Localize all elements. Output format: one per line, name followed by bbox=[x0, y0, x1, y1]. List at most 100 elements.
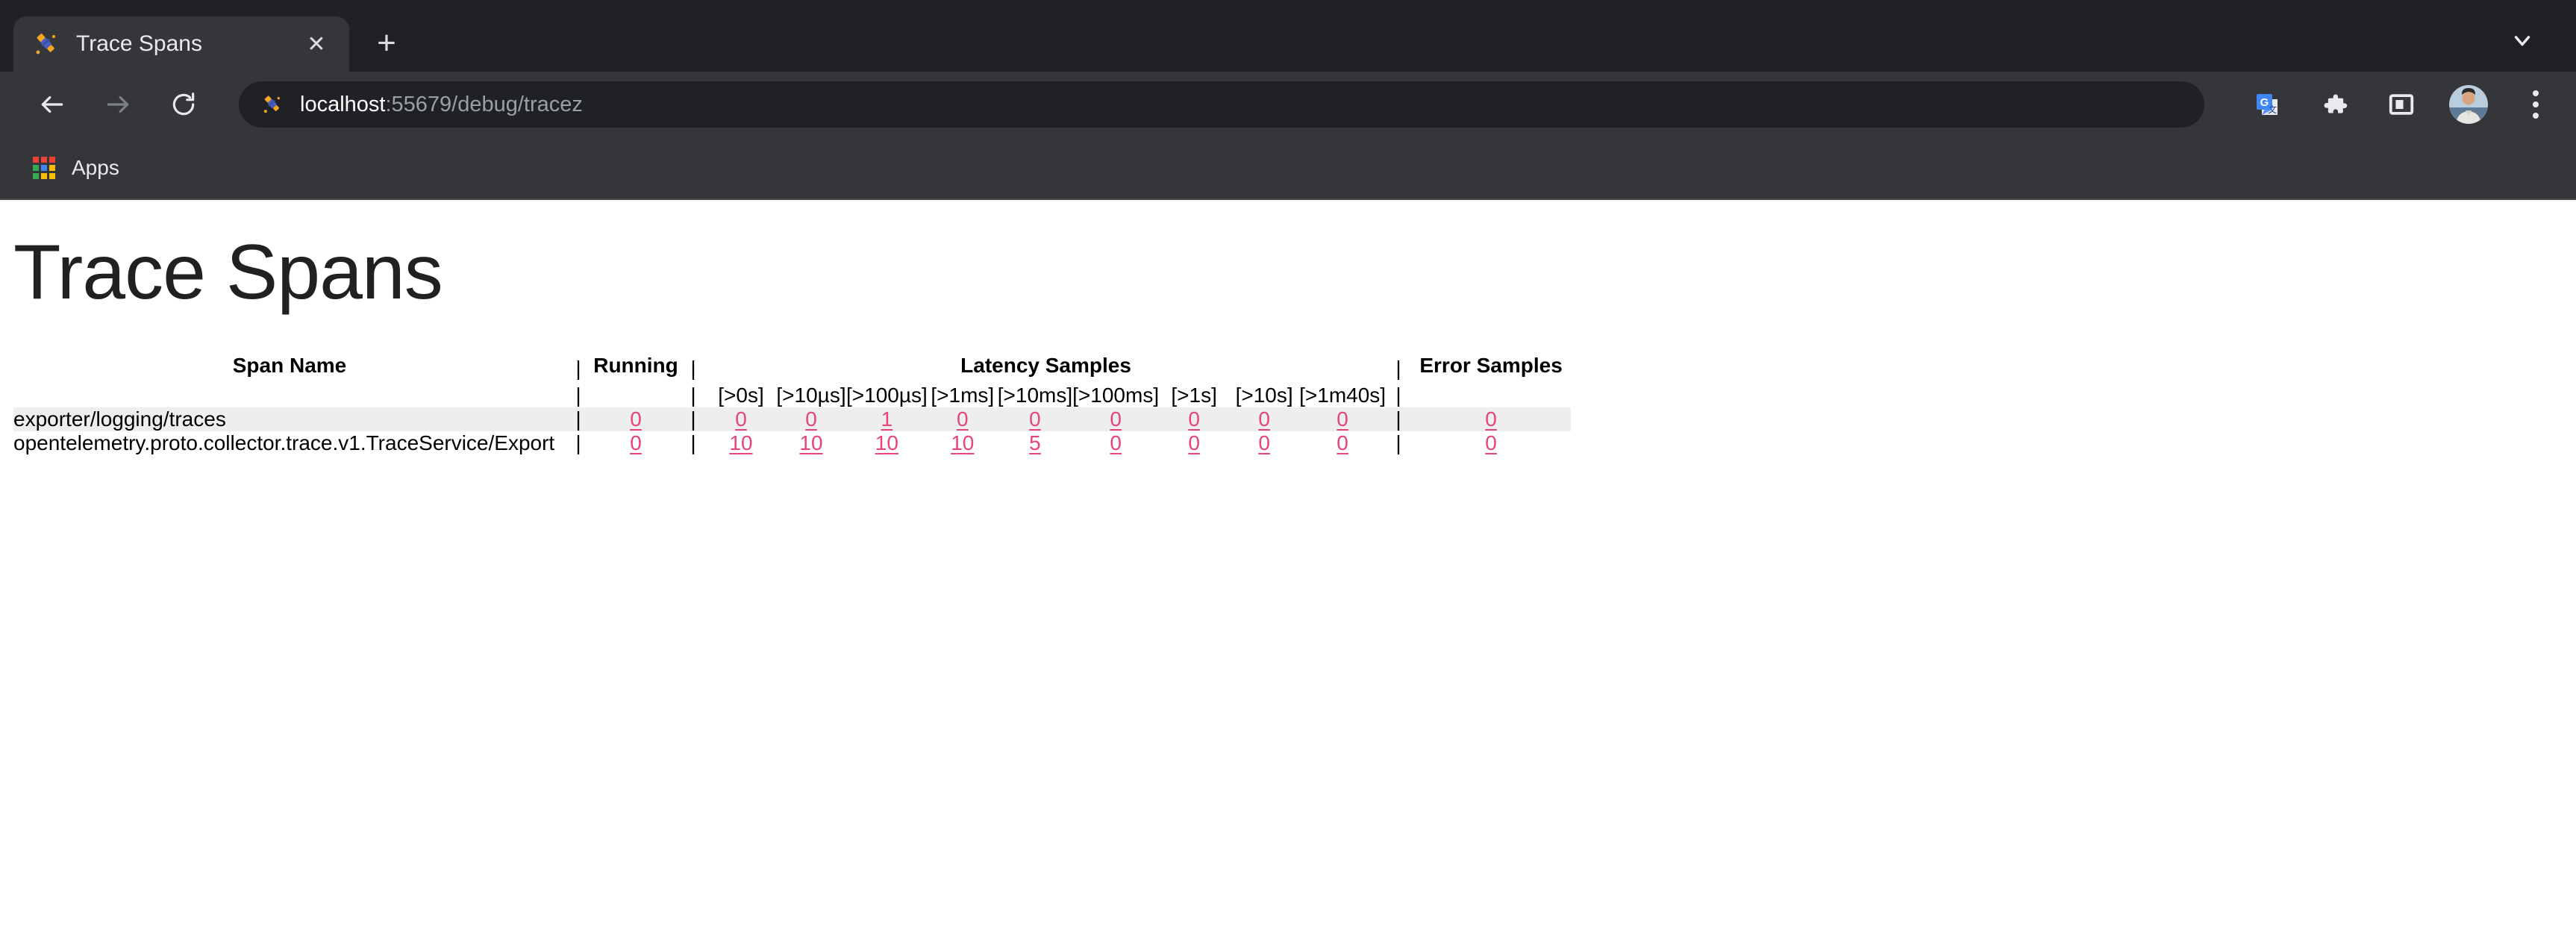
toolbar-actions: G 文 bbox=[2224, 81, 2560, 128]
running-link[interactable]: 0 bbox=[630, 407, 642, 431]
tab-strip: Trace Spans ✕ + bbox=[0, 0, 2576, 72]
forward-button[interactable] bbox=[94, 81, 142, 128]
cell-latency-4: 5 bbox=[998, 431, 1072, 455]
latency-link[interactable]: 0 bbox=[1188, 431, 1200, 454]
tab-title: Trace Spans bbox=[76, 31, 293, 57]
cell-latency-7: 0 bbox=[1229, 407, 1299, 431]
profile-avatar-image bbox=[2449, 85, 2488, 124]
separator: | bbox=[566, 384, 591, 407]
page-title: Trace Spans bbox=[13, 228, 2576, 318]
trace-spans-table: Span Name | Running | Latency Samples | … bbox=[13, 354, 1571, 455]
bucket-row-error-spacer bbox=[1411, 384, 1571, 407]
column-header-running: Running bbox=[591, 354, 681, 384]
cell-latency-2: 10 bbox=[846, 431, 928, 455]
separator: | bbox=[681, 384, 706, 407]
cell-running: 0 bbox=[591, 407, 681, 431]
column-header-latency-samples: Latency Samples bbox=[706, 354, 1386, 384]
separator: | bbox=[566, 407, 591, 431]
latency-link[interactable]: 0 bbox=[1337, 407, 1348, 431]
header-row-buckets: | | [>0s] [>10µs] [>100µs] [>1ms] [>10ms… bbox=[13, 384, 1571, 407]
cell-latency-8: 0 bbox=[1299, 431, 1386, 455]
bucket-header-3: [>1ms] bbox=[928, 384, 998, 407]
cell-latency-6: 0 bbox=[1159, 407, 1229, 431]
cell-latency-7: 0 bbox=[1229, 431, 1299, 455]
latency-link[interactable]: 0 bbox=[805, 407, 817, 431]
cell-errors: 0 bbox=[1411, 407, 1571, 431]
column-header-error-samples: Error Samples bbox=[1411, 354, 1571, 384]
error-link[interactable]: 0 bbox=[1485, 407, 1497, 431]
bookmark-apps[interactable]: Apps bbox=[21, 148, 131, 187]
cell-running: 0 bbox=[591, 431, 681, 455]
error-link[interactable]: 0 bbox=[1485, 431, 1497, 454]
telescope-icon bbox=[261, 93, 284, 116]
url-host: localhost bbox=[300, 93, 385, 116]
back-button[interactable] bbox=[28, 81, 76, 128]
latency-link[interactable]: 0 bbox=[1258, 407, 1270, 431]
cell-latency-8: 0 bbox=[1299, 407, 1386, 431]
latency-link[interactable]: 0 bbox=[957, 407, 969, 431]
page-content: Trace Spans Span Name | Running | Latenc… bbox=[0, 200, 2576, 938]
running-link[interactable]: 0 bbox=[630, 431, 642, 454]
latency-link[interactable]: 0 bbox=[1110, 431, 1122, 454]
bucket-header-7: [>10s] bbox=[1229, 384, 1299, 407]
browser-toolbar: localhost:55679/debug/tracez G 文 bbox=[0, 72, 2576, 137]
address-bar[interactable]: localhost:55679/debug/tracez bbox=[239, 81, 2204, 128]
latency-link[interactable]: 10 bbox=[951, 431, 974, 454]
cell-latency-5: 0 bbox=[1072, 431, 1159, 455]
new-tab-button[interactable]: + bbox=[363, 19, 410, 67]
cell-latency-1: 10 bbox=[776, 431, 846, 455]
cell-latency-5: 0 bbox=[1072, 407, 1159, 431]
cell-latency-1: 0 bbox=[776, 407, 846, 431]
latency-link[interactable]: 0 bbox=[1029, 407, 1041, 431]
separator: | bbox=[681, 354, 706, 384]
telescope-icon bbox=[33, 31, 60, 57]
latency-link[interactable]: 0 bbox=[1258, 431, 1270, 454]
latency-link[interactable]: 10 bbox=[799, 431, 822, 454]
header-row-groups: Span Name | Running | Latency Samples | … bbox=[13, 354, 1571, 384]
cell-latency-4: 0 bbox=[998, 407, 1072, 431]
separator: | bbox=[566, 431, 591, 455]
cell-latency-2: 1 bbox=[846, 407, 928, 431]
chevron-down-icon[interactable] bbox=[2498, 16, 2546, 64]
kebab-menu-icon[interactable] bbox=[2512, 81, 2560, 128]
latency-link[interactable]: 0 bbox=[1188, 407, 1200, 431]
cell-latency-3: 10 bbox=[928, 431, 998, 455]
side-panel-icon[interactable] bbox=[2378, 81, 2425, 128]
separator: | bbox=[1386, 354, 1411, 384]
cell-latency-0: 0 bbox=[706, 407, 776, 431]
table-row: opentelemetry.proto.collector.trace.v1.T… bbox=[13, 431, 1571, 455]
separator: | bbox=[1386, 407, 1411, 431]
google-translate-icon[interactable]: G 文 bbox=[2243, 81, 2291, 128]
latency-link[interactable]: 10 bbox=[729, 431, 752, 454]
extensions-puzzle-icon[interactable] bbox=[2310, 81, 2358, 128]
avatar[interactable] bbox=[2445, 81, 2492, 128]
apps-grid-icon bbox=[33, 157, 55, 179]
latency-link[interactable]: 0 bbox=[1337, 431, 1348, 454]
latency-link[interactable]: 10 bbox=[875, 431, 898, 454]
cell-span-name: opentelemetry.proto.collector.trace.v1.T… bbox=[13, 431, 566, 455]
bucket-header-8: [>1m40s] bbox=[1299, 384, 1386, 407]
latency-link[interactable]: 1 bbox=[881, 407, 893, 431]
bucket-row-running-spacer bbox=[591, 384, 681, 407]
kebab-dots bbox=[2533, 90, 2539, 119]
bucket-row-spacer bbox=[13, 384, 566, 407]
latency-link[interactable]: 0 bbox=[1110, 407, 1122, 431]
bucket-header-4: [>10ms] bbox=[998, 384, 1072, 407]
browser-window: Trace Spans ✕ + bbox=[0, 0, 2576, 938]
close-icon[interactable]: ✕ bbox=[300, 28, 333, 60]
url-path: :55679/debug/tracez bbox=[385, 93, 582, 116]
cell-latency-6: 0 bbox=[1159, 431, 1229, 455]
latency-link[interactable]: 5 bbox=[1029, 431, 1041, 454]
bucket-header-5: [>100ms] bbox=[1072, 384, 1159, 407]
table-head: Span Name | Running | Latency Samples | … bbox=[13, 354, 1571, 407]
bucket-header-2: [>100µs] bbox=[846, 384, 928, 407]
bookmarks-bar: Apps bbox=[0, 137, 2576, 200]
cell-latency-0: 10 bbox=[706, 431, 776, 455]
latency-link[interactable]: 0 bbox=[735, 407, 747, 431]
bucket-header-1: [>10µs] bbox=[776, 384, 846, 407]
cell-errors: 0 bbox=[1411, 431, 1571, 455]
tab-trace-spans[interactable]: Trace Spans ✕ bbox=[13, 16, 349, 72]
cell-latency-3: 0 bbox=[928, 407, 998, 431]
address-bar-text: localhost:55679/debug/tracez bbox=[300, 93, 583, 117]
reload-button[interactable] bbox=[160, 81, 207, 128]
